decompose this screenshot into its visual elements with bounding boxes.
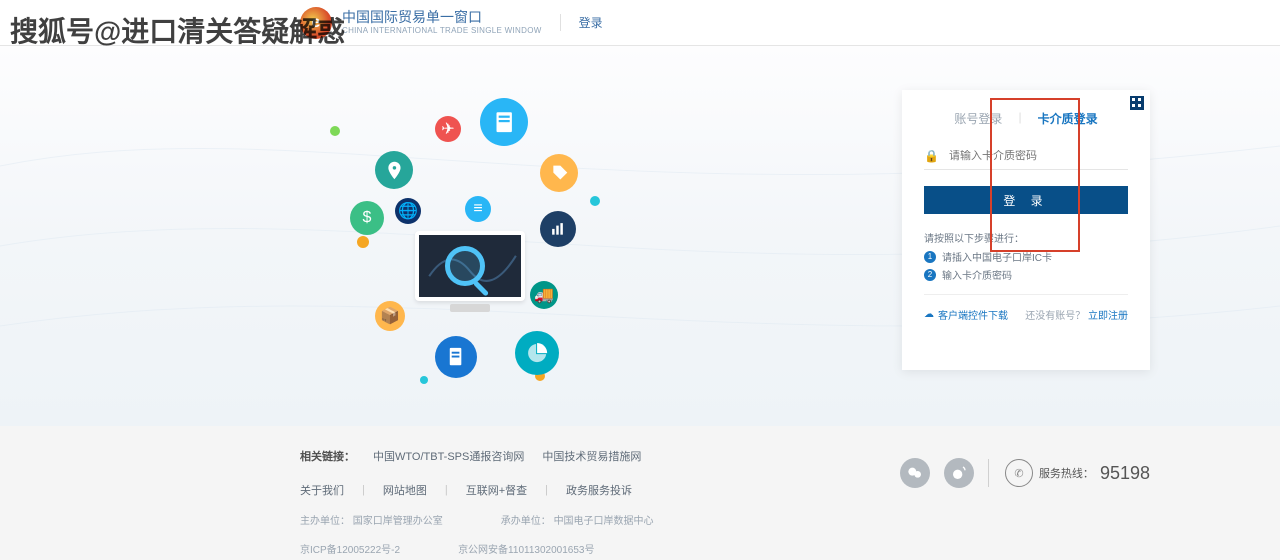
step-item: 1 请插入中国电子口岸IC卡 bbox=[924, 249, 1128, 264]
card-password-input[interactable] bbox=[949, 150, 1128, 162]
step-number: 1 bbox=[924, 251, 936, 263]
top-header: e 中国国际贸易单一窗口 CHINA INTERNATIONAL TRADE S… bbox=[0, 0, 1280, 46]
weibo-icon[interactable] bbox=[944, 458, 974, 488]
tab-divider: | bbox=[1018, 110, 1021, 129]
plane-icon: ✈ bbox=[435, 116, 461, 142]
document-icon bbox=[480, 98, 528, 146]
login-card-footer: ☁ 客户端控件下载 还没有账号？ 立即注册 bbox=[924, 307, 1128, 322]
client-download-link[interactable]: ☁ 客户端控件下载 bbox=[924, 307, 1008, 322]
operator-label: 承办单位： bbox=[501, 516, 551, 527]
maps-icon bbox=[375, 151, 413, 189]
truck-icon: 🚚 bbox=[530, 281, 558, 309]
box-icon: 📦 bbox=[375, 301, 405, 331]
site-footer: 相关链接： 中国WTO/TBT-SPS通报咨询网 中国技术贸易措施网 关于我们 … bbox=[0, 426, 1280, 560]
login-card: 账号登录 | 卡介质登录 🔒 登 录 请按照以下步骤进行： 1 请插入中国电子口… bbox=[902, 90, 1150, 370]
phone-icon: ✆ bbox=[1005, 459, 1033, 487]
service-hotline: ✆ 服务热线： 95198 bbox=[988, 459, 1150, 487]
cloud-download-icon: ☁ bbox=[924, 309, 934, 320]
header-login-link[interactable]: 登录 bbox=[560, 14, 603, 31]
deco-dot bbox=[330, 126, 340, 136]
steps-title: 请按照以下步骤进行： bbox=[924, 230, 1128, 245]
logo-icon: e bbox=[300, 7, 332, 39]
site-title-en: CHINA INTERNATIONAL TRADE SINGLE WINDOW bbox=[342, 26, 542, 36]
download-text: 客户端控件下载 bbox=[938, 307, 1008, 322]
qr-login-icon[interactable] bbox=[1116, 96, 1144, 124]
login-tabs: 账号登录 | 卡介质登录 bbox=[924, 110, 1128, 129]
step-number: 2 bbox=[924, 269, 936, 281]
login-steps: 请按照以下步骤进行： 1 请插入中国电子口岸IC卡 2 输入卡介质密码 bbox=[924, 230, 1128, 295]
globe-small-icon: 🌐 bbox=[395, 198, 421, 224]
lock-icon: 🔒 bbox=[924, 149, 939, 163]
tab-account[interactable]: 账号登录 bbox=[954, 110, 1002, 129]
dollar-icon: $ bbox=[350, 201, 384, 235]
step-text: 输入卡介质密码 bbox=[942, 267, 1012, 282]
database-icon: ≡ bbox=[465, 196, 491, 222]
monitor-stand bbox=[450, 304, 490, 312]
footer-right: ✆ 服务热线： 95198 bbox=[900, 458, 1150, 488]
main-content: ✈ $ 🌐 ≡ 🚚 📦 bbox=[0, 46, 1280, 426]
password-row: 🔒 bbox=[924, 143, 1128, 170]
sponsor-label: 主办单位： bbox=[300, 516, 350, 527]
operator-value: 中国电子口岸数据中心 bbox=[554, 516, 654, 527]
register-link[interactable]: 立即注册 bbox=[1088, 311, 1128, 322]
sponsor-value: 国家口岸管理办公室 bbox=[353, 516, 443, 527]
login-button[interactable]: 登 录 bbox=[924, 186, 1128, 214]
tab-card[interactable]: 卡介质登录 bbox=[1038, 110, 1098, 129]
hotline-number: 95198 bbox=[1100, 463, 1150, 484]
site-title-cn: 中国国际贸易单一窗口 bbox=[342, 9, 542, 26]
hero-illustration: ✈ $ 🌐 ≡ 🚚 📦 bbox=[335, 126, 615, 386]
deco-dot bbox=[420, 376, 428, 384]
gongan-number: 京公网安备11011302001653号 bbox=[458, 541, 594, 556]
wechat-icon[interactable] bbox=[900, 458, 930, 488]
deco-dot bbox=[357, 236, 369, 248]
hotline-label: 服务热线： bbox=[1039, 465, 1094, 481]
related-links-label: 相关链接： bbox=[300, 448, 355, 464]
deco-dot bbox=[590, 196, 600, 206]
pie-chart-icon bbox=[515, 331, 559, 375]
footer-nav-complaint[interactable]: 政务服务投诉 bbox=[566, 482, 632, 498]
chart-icon bbox=[540, 211, 576, 247]
clipboard-icon bbox=[435, 336, 477, 378]
tag-icon bbox=[540, 154, 578, 192]
footer-nav-sitemap[interactable]: 网站地图 bbox=[383, 482, 427, 498]
step-item: 2 输入卡介质密码 bbox=[924, 267, 1128, 282]
footer-nav-about[interactable]: 关于我们 bbox=[300, 482, 344, 498]
related-link-wto[interactable]: 中国WTO/TBT-SPS通报咨询网 bbox=[373, 448, 524, 464]
logo-text: 中国国际贸易单一窗口 CHINA INTERNATIONAL TRADE SIN… bbox=[342, 9, 542, 35]
related-link-trade-measures[interactable]: 中国技术贸易措施网 bbox=[542, 448, 641, 464]
footer-nav-internet[interactable]: 互联网+督查 bbox=[466, 482, 527, 498]
magnifier-icon bbox=[445, 246, 485, 286]
brand-logo: e 中国国际贸易单一窗口 CHINA INTERNATIONAL TRADE S… bbox=[300, 7, 542, 39]
no-account-prompt: 还没有账号？ bbox=[1025, 311, 1085, 322]
icp-number: 京ICP备12005222号-2 bbox=[300, 541, 400, 556]
step-text: 请插入中国电子口岸IC卡 bbox=[942, 249, 1052, 264]
